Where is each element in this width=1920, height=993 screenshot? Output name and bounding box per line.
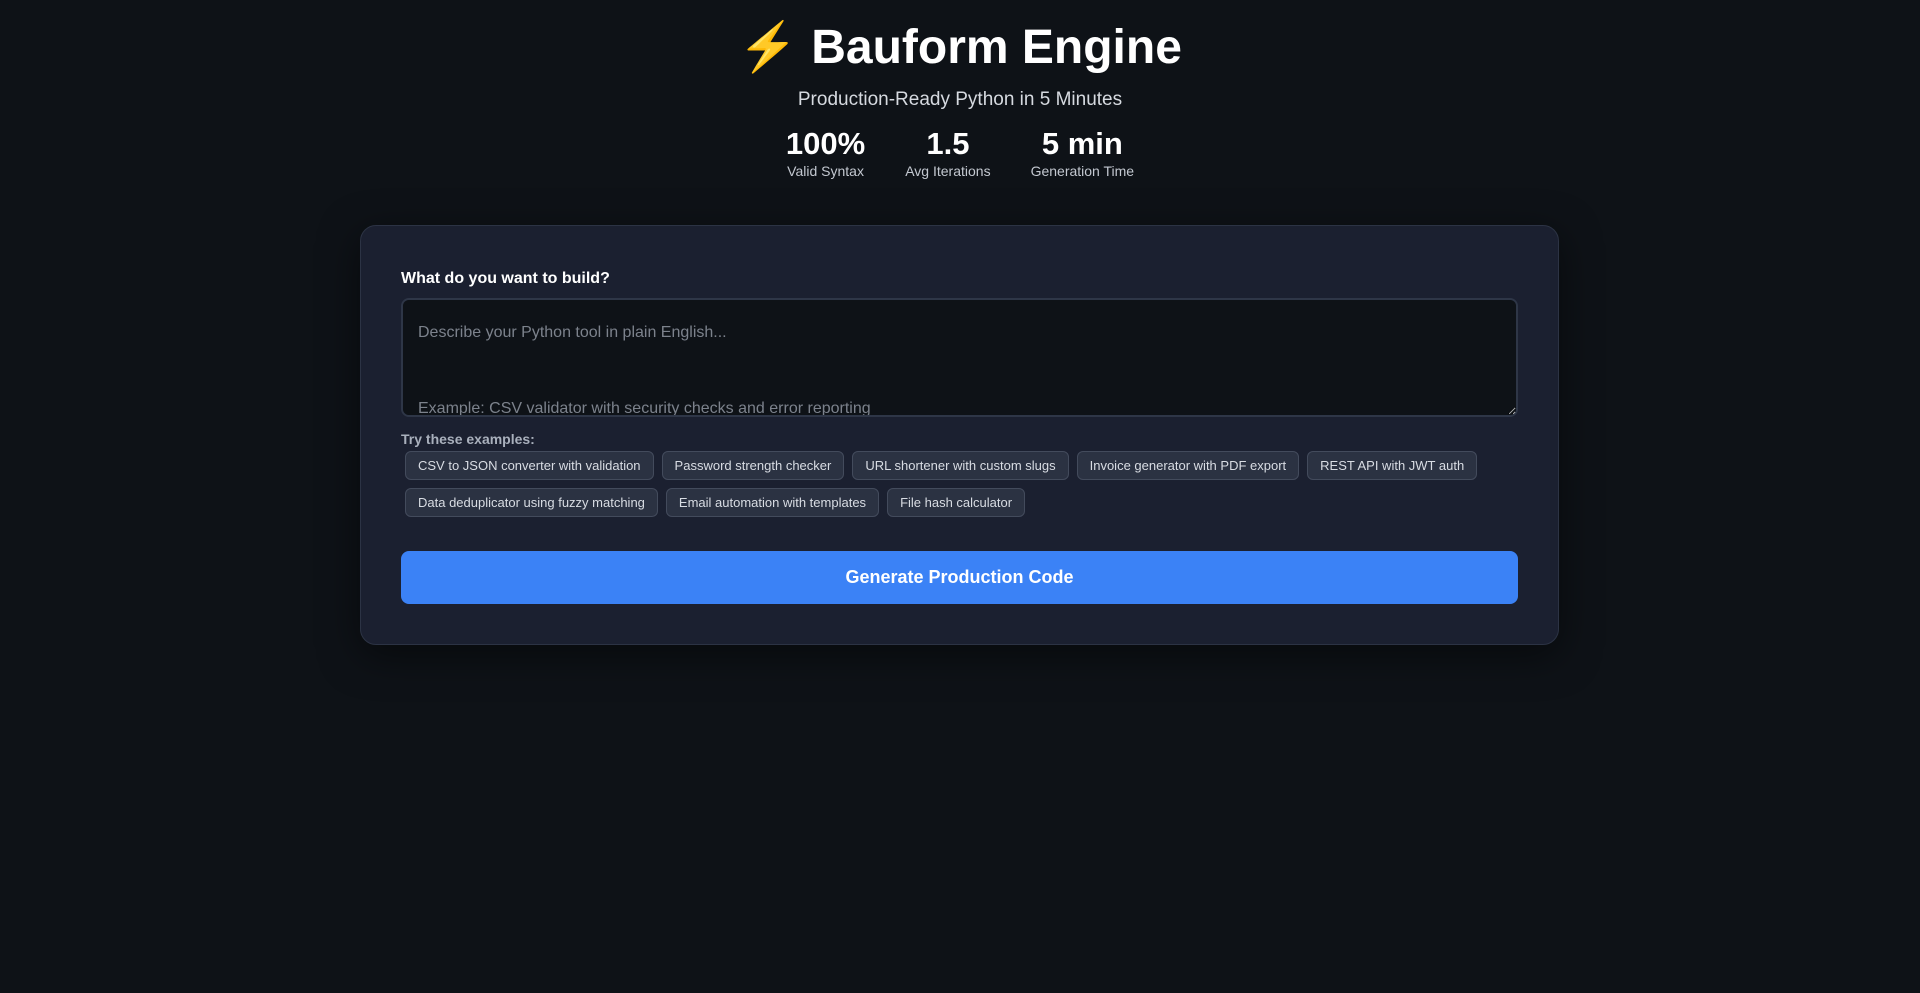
stats-row: 100% Valid Syntax 1.5 Avg Iterations 5 m… — [0, 126, 1920, 180]
example-chip[interactable]: File hash calculator — [887, 488, 1026, 517]
generate-button[interactable]: Generate Production Code — [401, 551, 1518, 604]
prompt-input[interactable] — [401, 298, 1518, 417]
example-chip[interactable]: URL shortener with custom slugs — [852, 451, 1069, 480]
build-form-card: What do you want to build? Try these exa… — [360, 225, 1559, 645]
stat-value: 1.5 — [926, 126, 970, 161]
example-chip[interactable]: CSV to JSON converter with validation — [405, 451, 654, 480]
example-chip[interactable]: Email automation with templates — [665, 488, 880, 517]
stat-valid-syntax: 100% Valid Syntax — [786, 126, 865, 180]
example-chip[interactable]: Password strength checker — [661, 451, 845, 480]
example-chip[interactable]: Data deduplicator using fuzzy matching — [405, 488, 658, 517]
stat-label: Generation Time — [1030, 163, 1135, 179]
header: ⚡ Bauform Engine Production-Ready Python… — [0, 0, 1920, 180]
stat-label: Valid Syntax — [787, 163, 864, 179]
page-title: ⚡ Bauform Engine — [0, 18, 1920, 78]
stat-value: 100% — [785, 126, 866, 161]
stat-avg-iterations: 1.5 Avg Iterations — [905, 126, 990, 180]
example-chip[interactable]: Invoice generator with PDF export — [1076, 451, 1300, 480]
example-chip[interactable]: REST API with JWT auth — [1307, 451, 1478, 480]
example-chips: CSV to JSON converter with validation Pa… — [401, 451, 1518, 517]
stat-label: Avg Iterations — [905, 163, 991, 179]
stat-generation-time: 5 min Generation Time — [1031, 126, 1135, 180]
app-title: Bauform Engine — [811, 21, 1182, 74]
lightning-bolt-icon: ⚡ — [738, 21, 798, 74]
examples-label: Try these examples: — [401, 431, 535, 447]
stat-value: 5 min — [1041, 126, 1123, 161]
prompt-label: What do you want to build? — [401, 270, 610, 287]
subtitle: Production-Ready Python in 5 Minutes — [797, 89, 1123, 110]
